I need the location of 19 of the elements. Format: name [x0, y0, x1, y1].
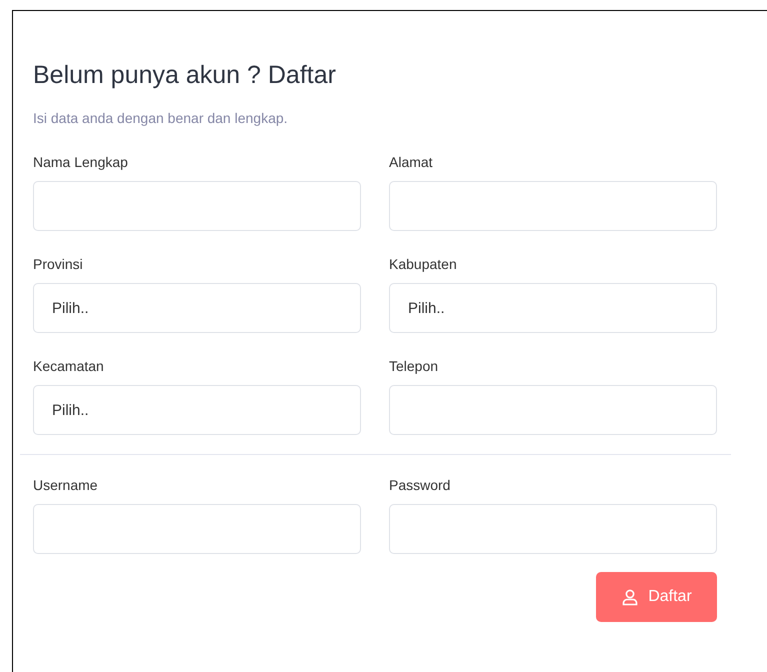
- field-label: Alamat: [389, 153, 434, 171]
- form-title: Belum punya akun ? Daftar: [33, 60, 337, 90]
- input-field[interactable]: [33, 504, 361, 554]
- field-label: Username: [33, 476, 99, 494]
- user-icon: [621, 588, 640, 606]
- select-field[interactable]: Pilih..: [389, 283, 717, 333]
- field-label: Kecamatan: [33, 357, 105, 375]
- field-label: Password: [389, 476, 452, 494]
- field-label: Kabupaten: [389, 255, 458, 273]
- field-label: Nama Lengkap: [33, 153, 129, 171]
- field-label: Telepon: [389, 357, 440, 375]
- input-field[interactable]: [389, 385, 717, 435]
- password-field[interactable]: [389, 504, 717, 554]
- select-field[interactable]: Pilih..: [33, 283, 361, 333]
- field-label: Provinsi: [33, 255, 84, 273]
- input-field[interactable]: [389, 181, 717, 231]
- select-field[interactable]: Pilih..: [33, 385, 361, 435]
- form-subtitle: Isi data anda dengan benar dan lengkap.: [33, 109, 289, 127]
- input-field[interactable]: [33, 181, 361, 231]
